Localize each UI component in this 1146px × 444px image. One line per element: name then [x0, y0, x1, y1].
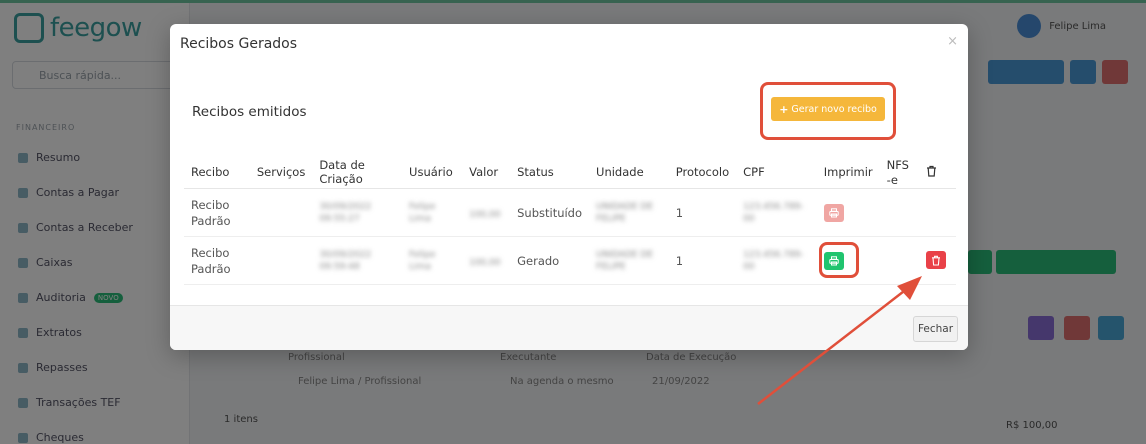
- cell-protocolo: 1: [668, 188, 737, 237]
- col-protocolo: Protocolo: [668, 156, 737, 189]
- table-header-row: Recibo Serviços Data de Criação Usuário …: [184, 156, 956, 189]
- gerar-novo-recibo-label: Gerar novo recibo: [791, 103, 877, 115]
- col-valor: Valor: [462, 156, 511, 189]
- table-row: Recibo Padrão 30/09/2022 09:59:48 Felipe…: [184, 236, 956, 285]
- trash-icon: [927, 165, 937, 177]
- cell-delete: [919, 236, 956, 285]
- modal-footer: Fechar: [170, 305, 968, 350]
- cell-protocolo: 1: [668, 236, 737, 285]
- col-servicos: Serviços: [249, 156, 313, 189]
- printer-icon: [829, 255, 839, 265]
- cell-status: Substituído: [510, 188, 590, 237]
- col-cpf: CPF: [736, 156, 817, 189]
- cell-data: 30/09/2022 09:55:27: [312, 188, 403, 237]
- plus-icon: +: [779, 102, 789, 116]
- cell-valor: 100,00: [462, 236, 511, 285]
- cell-usuario: Felipe Lima: [402, 188, 463, 237]
- cell-status: Gerado: [510, 236, 590, 285]
- col-unidade: Unidade: [589, 156, 669, 189]
- cell-nfse: [879, 236, 920, 285]
- cell-cpf: 123.456.789-00: [736, 188, 817, 237]
- cell-data: 30/09/2022 09:59:48: [312, 236, 403, 285]
- gerar-novo-recibo-button[interactable]: + Gerar novo recibo: [771, 97, 885, 121]
- col-usuario: Usuário: [402, 156, 463, 189]
- cell-unidade: UNIDADE DE FELIPE: [589, 236, 669, 285]
- printer-icon: [829, 207, 839, 217]
- cell-recibo: Recibo Padrão: [184, 236, 250, 285]
- trash-icon: [932, 255, 941, 266]
- section-title: Recibos emitidos: [192, 104, 307, 120]
- recibos-modal: Recibos Gerados × Recibos emitidos + Ger…: [170, 24, 968, 350]
- cell-cpf: 123.456.789-00: [736, 236, 817, 285]
- print-button[interactable]: [823, 251, 844, 270]
- col-nfse: NFS-e: [879, 156, 920, 189]
- cell-nfse: [879, 188, 920, 237]
- cell-imprimir: [816, 188, 880, 237]
- col-status: Status: [510, 156, 590, 189]
- recibos-table: Recibo Serviços Data de Criação Usuário …: [184, 156, 956, 285]
- col-data-criacao: Data de Criação: [312, 156, 403, 189]
- cell-servicos: [249, 236, 313, 285]
- cell-usuario: Felipe Lima: [402, 236, 463, 285]
- cell-unidade: UNIDADE DE FELIPE: [589, 188, 669, 237]
- cell-servicos: [249, 188, 313, 237]
- cell-valor: 100,00: [462, 188, 511, 237]
- table-row: Recibo Padrão 30/09/2022 09:55:27 Felipe…: [184, 188, 956, 237]
- fechar-button[interactable]: Fechar: [913, 316, 958, 342]
- close-icon[interactable]: ×: [947, 34, 958, 49]
- cell-recibo: Recibo Padrão: [184, 188, 250, 237]
- cell-imprimir: [816, 236, 880, 285]
- delete-recibo-button[interactable]: [926, 251, 947, 270]
- col-recibo: Recibo: [184, 156, 250, 189]
- col-imprimir: Imprimir: [816, 156, 880, 189]
- col-delete: [919, 156, 956, 189]
- modal-header: Recibos Gerados ×: [170, 24, 968, 68]
- cell-delete: [919, 188, 956, 237]
- modal-title: Recibos Gerados: [180, 36, 298, 52]
- print-button-disabled[interactable]: [823, 203, 844, 222]
